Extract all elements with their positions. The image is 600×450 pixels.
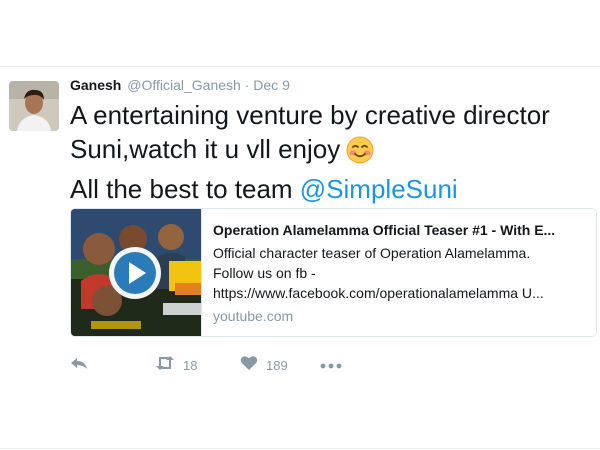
like-button[interactable]: 189 xyxy=(240,355,288,375)
tweet-text-line-2-text: Suni,watch it u vll enjoy xyxy=(70,134,341,164)
card-body: Operation Alamelamma Official Teaser #1 … xyxy=(213,221,583,325)
smiling-face-emoji-icon xyxy=(346,136,374,172)
tweet-header: Ganesh @Official_Ganesh · Dec 9 xyxy=(70,77,290,93)
play-icon[interactable] xyxy=(107,245,163,301)
mention-link[interactable]: @SimpleSuni xyxy=(300,174,458,204)
top-divider xyxy=(0,66,600,67)
header-separator: · xyxy=(244,77,250,93)
retweet-count: 18 xyxy=(183,357,198,373)
reply-button[interactable] xyxy=(70,355,88,375)
retweet-button[interactable]: 18 xyxy=(155,355,197,375)
tweet-text: A entertaining venture by creative direc… xyxy=(70,98,595,206)
tweet-text-line-2: Suni,watch it u vll enjoy xyxy=(70,132,595,172)
retweet-icon xyxy=(155,355,175,376)
bottom-divider xyxy=(0,448,600,449)
card-description-line: https://www.facebook.com/operationalamel… xyxy=(213,285,544,301)
avatar[interactable] xyxy=(9,81,59,131)
tweet-text-line-3: All the best to team @SimpleSuni xyxy=(70,172,595,206)
author-handle[interactable]: @Official_Ganesh xyxy=(127,77,241,93)
author-name[interactable]: Ganesh xyxy=(70,77,121,93)
reply-icon xyxy=(70,355,88,376)
tweet-text-line-1: A entertaining venture by creative direc… xyxy=(70,100,550,130)
card-description: Official character teaser of Operation A… xyxy=(213,243,583,303)
link-card[interactable]: Operation Alamelamma Official Teaser #1 … xyxy=(70,208,597,337)
heart-icon xyxy=(240,355,258,376)
card-description-line: Official character teaser of Operation A… xyxy=(213,245,531,261)
tweet-date[interactable]: Dec 9 xyxy=(253,77,290,93)
card-domain: youtube.com xyxy=(213,308,294,324)
video-thumbnail[interactable] xyxy=(71,209,202,336)
card-title[interactable]: Operation Alamelamma Official Teaser #1 … xyxy=(213,221,583,239)
more-button[interactable] xyxy=(320,355,342,375)
tweet-actions: 18 189 xyxy=(70,355,370,375)
like-count: 189 xyxy=(266,357,288,373)
tweet-text-line-3-text: All the best to team xyxy=(70,174,300,204)
card-description-line: Follow us on fb - xyxy=(213,265,316,281)
more-icon xyxy=(320,356,342,374)
